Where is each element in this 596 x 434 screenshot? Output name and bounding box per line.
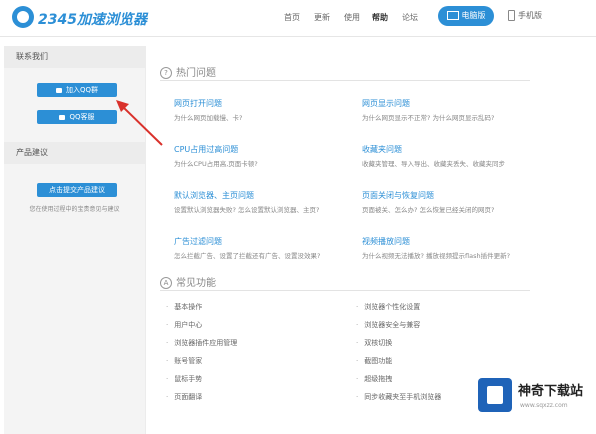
watermark-name: 神奇下载站 <box>518 384 584 399</box>
watermark-url: www.sqxzz.com <box>520 402 568 409</box>
site-watermark: 神奇下载站 www.sqxzz.com <box>478 376 596 418</box>
watermark-logo-icon <box>478 378 512 412</box>
annotation-arrow <box>116 100 163 146</box>
